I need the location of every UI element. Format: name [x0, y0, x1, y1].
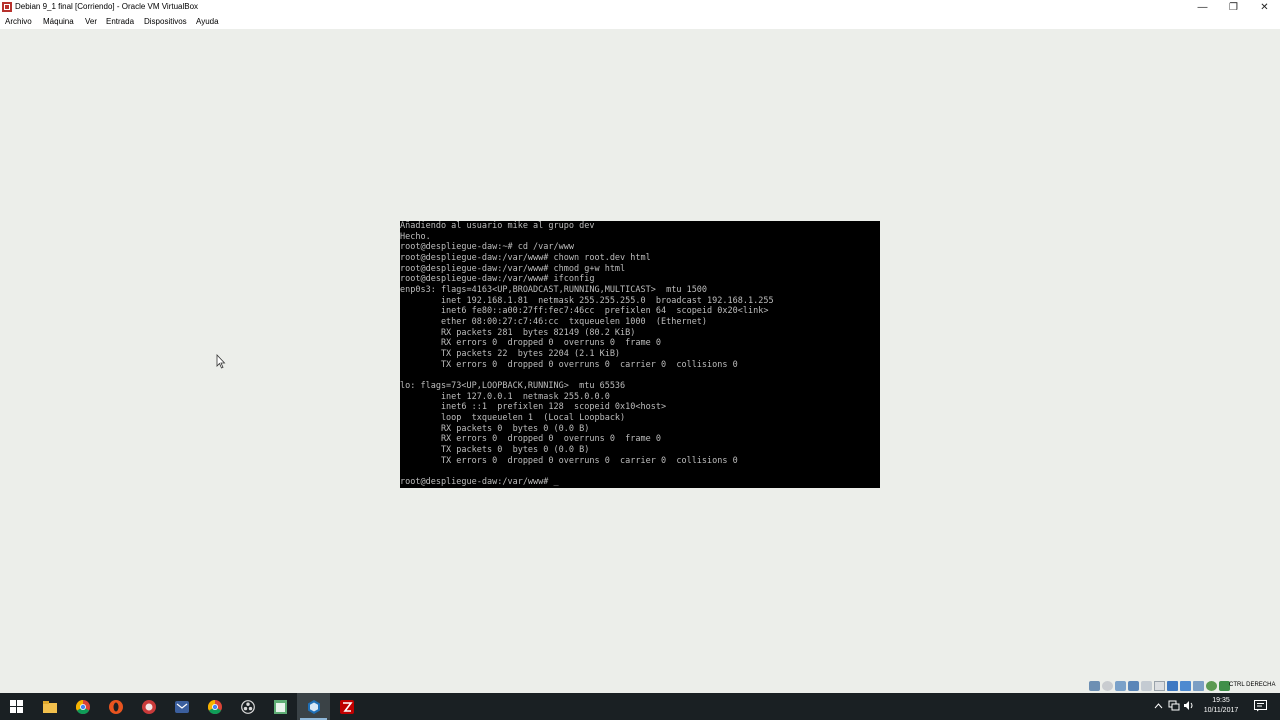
optical-drive-icon[interactable] — [1102, 681, 1113, 691]
console-line: RX errors 0 dropped 0 overruns 0 frame 0 — [400, 338, 661, 348]
menu-dispositivos[interactable]: Dispositivos — [144, 17, 187, 26]
console-line: inet6 fe80::a00:27ff:fec7:46cc prefixlen… — [400, 306, 769, 316]
taskbar: 19:35 10/11/2017 — [0, 693, 1280, 720]
status-icons — [1089, 681, 1230, 691]
menu-entrada[interactable]: Entrada — [106, 17, 134, 26]
clock-time: 19:35 — [1212, 697, 1230, 704]
console-line: lo: flags=73<UP,LOOPBACK,RUNNING> mtu 65… — [400, 381, 626, 391]
menu-bar: Archivo Máquina Ver Entrada Dispositivos… — [0, 15, 1280, 29]
system-tray: 19:35 10/11/2017 — [0, 693, 1280, 720]
console-line: TX errors 0 dropped 0 overruns 0 carrier… — [400, 456, 738, 466]
console-prompt[interactable]: root@despliegue-daw:/var/www# _ — [400, 477, 559, 488]
console-line: enp0s3: flags=4163<UP,BROADCAST,RUNNING,… — [400, 285, 708, 295]
console-line: RX errors 0 dropped 0 overruns 0 frame 0 — [400, 434, 661, 444]
console-line: root@despliegue-daw:/var/www# chown root… — [400, 253, 651, 263]
tray-overflow-chevron-icon[interactable] — [1154, 701, 1163, 711]
cpu-icon[interactable] — [1193, 681, 1204, 691]
maximize-button[interactable]: ❐ — [1218, 0, 1249, 15]
menu-archivo[interactable]: Archivo — [5, 17, 32, 26]
console-line: TX errors 0 dropped 0 overruns 0 carrier… — [400, 360, 738, 370]
vm-console[interactable]: Añadiendo al usuario mike al grupo dev H… — [400, 221, 880, 488]
notifications-icon[interactable] — [1254, 700, 1267, 714]
usb-icon[interactable] — [1141, 681, 1152, 691]
shared-folders-icon[interactable] — [1154, 681, 1165, 691]
audio-icon[interactable] — [1115, 681, 1126, 691]
volume-icon[interactable] — [1183, 700, 1195, 713]
hard-disk-icon[interactable] — [1089, 681, 1100, 691]
console-line: root@despliegue-daw:~# cd /var/www — [400, 242, 574, 252]
network-icon[interactable] — [1128, 681, 1139, 691]
window-controls: — ❐ ✕ — [1187, 0, 1280, 15]
taskbar-clock[interactable]: 19:35 10/11/2017 — [1199, 696, 1243, 716]
clock-date: 10/11/2017 — [1203, 707, 1239, 714]
console-line: Añadiendo al usuario mike al grupo dev — [400, 221, 595, 231]
console-line: root@despliegue-daw:/var/www# ifconfig — [400, 274, 595, 284]
display-icon[interactable] — [1167, 681, 1178, 691]
window-titlebar[interactable]: Debian 9_1 final [Corriendo] - Oracle VM… — [0, 0, 1280, 15]
console-line: ether 08:00:27:c7:46:cc txqueuelen 1000 … — [400, 317, 708, 327]
video-capture-icon[interactable] — [1180, 681, 1191, 691]
host-key-label: CTRL DERECHA — [1229, 682, 1276, 688]
console-line: TX packets 22 bytes 2204 (2.1 KiB) — [400, 349, 621, 359]
console-line: inet6 ::1 prefixlen 128 scopeid 0x10<hos… — [400, 402, 667, 412]
console-line: loop txqueuelen 1 (Local Loopback) — [400, 413, 626, 423]
menu-ayuda[interactable]: Ayuda — [196, 17, 219, 26]
mouse-pointer-icon — [216, 354, 226, 369]
virtualization-icon[interactable] — [1206, 681, 1217, 691]
menu-maquina[interactable]: Máquina — [43, 17, 74, 26]
virtualbox-app-icon — [2, 2, 12, 12]
vm-status-bar: CTRL DERECHA — [0, 679, 1280, 693]
minimize-button[interactable]: — — [1187, 0, 1218, 15]
network-tray-icon[interactable] — [1168, 700, 1180, 713]
console-line: TX packets 0 bytes 0 (0.0 B) — [400, 445, 590, 455]
menu-ver[interactable]: Ver — [85, 17, 97, 26]
close-button[interactable]: ✕ — [1249, 0, 1280, 15]
window-title: Debian 9_1 final [Corriendo] - Oracle VM… — [15, 2, 199, 11]
